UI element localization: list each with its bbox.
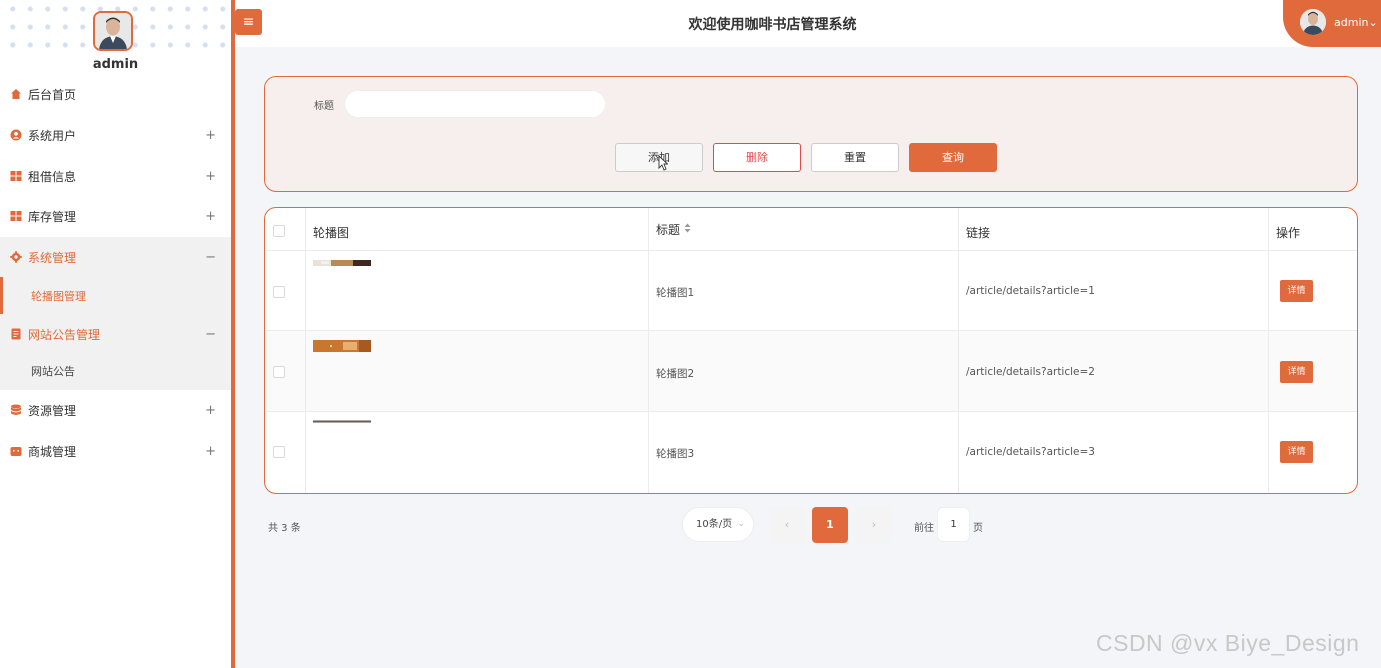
active-indicator	[0, 277, 3, 315]
title-search-label: 标题	[314, 101, 334, 112]
sidebar-item-home[interactable]: 后台首页	[0, 74, 231, 114]
sidebar-item-label: 后台首页	[28, 87, 77, 102]
sidebar-item-label: 库存管理	[28, 209, 77, 224]
row-link: /article/details?article=3	[966, 446, 1095, 458]
query-button[interactable]: 查询	[909, 143, 997, 172]
prev-page-button[interactable]: ‹	[769, 507, 805, 543]
collapse-icon[interactable]: −	[205, 327, 216, 342]
sidebar-item-rental-info[interactable]: 租借信息 +	[0, 156, 231, 196]
watermark: CSDN @vx Biye_Design	[1096, 630, 1360, 656]
sidebar-item-label: 系统管理	[28, 250, 77, 265]
grid-icon	[10, 171, 22, 181]
header-avatar[interactable]	[1300, 9, 1326, 35]
sidebar-username: admin	[92, 57, 139, 72]
mouse-cursor-icon	[658, 155, 668, 171]
column-divider	[648, 208, 649, 493]
chevron-down-icon: ⌄	[1368, 16, 1378, 29]
page-title: 欢迎使用咖啡书店管理系统	[688, 17, 857, 33]
table-row-stripe	[266, 331, 1357, 411]
row-link: /article/details?article=1	[966, 285, 1095, 297]
carousel-thumbnail[interactable]	[313, 420, 371, 423]
row-checkbox[interactable]	[273, 446, 285, 458]
sidebar-item-label: 网站公告管理	[28, 327, 101, 342]
sidebar-subitem-label: 网站公告	[31, 365, 75, 378]
expand-icon[interactable]: +	[205, 128, 216, 143]
title-search-input[interactable]	[344, 90, 606, 118]
current-page-button[interactable]: 1	[812, 507, 848, 543]
carousel-thumbnail[interactable]	[313, 260, 371, 266]
sidebar-item-inventory[interactable]: 库存管理 +	[0, 196, 231, 236]
row-title: 轮播图3	[656, 448, 695, 460]
document-icon	[11, 328, 21, 340]
column-header-action: 操作	[1276, 226, 1301, 240]
column-header-image: 轮播图	[313, 226, 350, 240]
expand-icon[interactable]: +	[205, 444, 216, 459]
sidebar-item-system-users[interactable]: 系统用户 +	[0, 115, 231, 155]
sidebar-subitem-carousel[interactable]: 轮播图管理	[0, 277, 231, 315]
row-link: /article/details?article=2	[966, 366, 1095, 378]
page-size-select[interactable]: 10条/页 ⌄	[682, 507, 754, 542]
sidebar-item-announcement-management[interactable]: 网站公告管理 −	[0, 314, 231, 354]
goto-unit: 页	[973, 523, 983, 534]
reset-button[interactable]: 重置	[811, 143, 899, 172]
row-divider	[266, 250, 1357, 251]
detail-button[interactable]: 详情	[1280, 441, 1313, 463]
expand-icon[interactable]: +	[205, 403, 216, 418]
header-username[interactable]: admin⌄	[1334, 16, 1378, 29]
row-title: 轮播图2	[656, 368, 695, 380]
sidebar-item-mall[interactable]: 商城管理 +	[0, 431, 231, 471]
total-count: 共 3 条	[268, 523, 301, 534]
column-divider	[958, 208, 959, 493]
detail-button[interactable]: 详情	[1280, 361, 1313, 383]
next-page-button[interactable]: ›	[856, 507, 892, 543]
row-divider	[266, 411, 1357, 412]
sidebar: admin 后台首页 系统用户 + 租借信息 + 库存管理 + 系统管理 − 轮…	[0, 0, 231, 668]
sidebar-subitem-announcement[interactable]: 网站公告	[0, 352, 231, 390]
database-icon	[11, 404, 21, 415]
collapse-icon[interactable]: −	[205, 250, 216, 265]
sidebar-item-system-management[interactable]: 系统管理 −	[0, 237, 231, 277]
expand-icon[interactable]: +	[205, 169, 216, 184]
delete-button[interactable]: 删除	[713, 143, 801, 172]
detail-button[interactable]: 详情	[1280, 280, 1313, 302]
menu-toggle-button[interactable]: ≡	[235, 9, 262, 35]
row-title: 轮播图1	[656, 287, 695, 299]
sidebar-item-label: 资源管理	[28, 403, 77, 418]
sort-icon[interactable]	[684, 223, 691, 233]
row-checkbox[interactable]	[273, 286, 285, 298]
column-divider	[305, 208, 306, 493]
home-icon	[11, 89, 21, 99]
column-header-title[interactable]: 标题	[656, 221, 680, 238]
gear-icon	[10, 251, 22, 263]
sidebar-item-resources[interactable]: 资源管理 +	[0, 390, 231, 430]
sidebar-divider	[231, 0, 235, 668]
expand-icon[interactable]: +	[205, 209, 216, 224]
carousel-thumbnail[interactable]	[313, 340, 371, 352]
page-size-value: 10条/页	[696, 519, 733, 530]
column-header-link: 链接	[966, 226, 991, 240]
avatar[interactable]	[93, 11, 133, 51]
chevron-down-icon: ⌄	[737, 519, 745, 529]
sidebar-item-label: 商城管理	[28, 444, 77, 459]
select-all-checkbox[interactable]	[273, 225, 285, 237]
user-icon	[10, 129, 22, 141]
goto-page-input[interactable]: 1	[937, 507, 970, 542]
row-checkbox[interactable]	[273, 366, 285, 378]
sidebar-subitem-label: 轮播图管理	[31, 290, 86, 303]
row-divider	[266, 330, 1357, 331]
shop-icon	[10, 447, 22, 456]
column-divider	[1268, 208, 1269, 493]
goto-label: 前往	[914, 523, 934, 534]
grid-icon	[10, 211, 22, 221]
sidebar-item-label: 租借信息	[28, 169, 77, 184]
sidebar-item-label: 系统用户	[28, 128, 77, 143]
